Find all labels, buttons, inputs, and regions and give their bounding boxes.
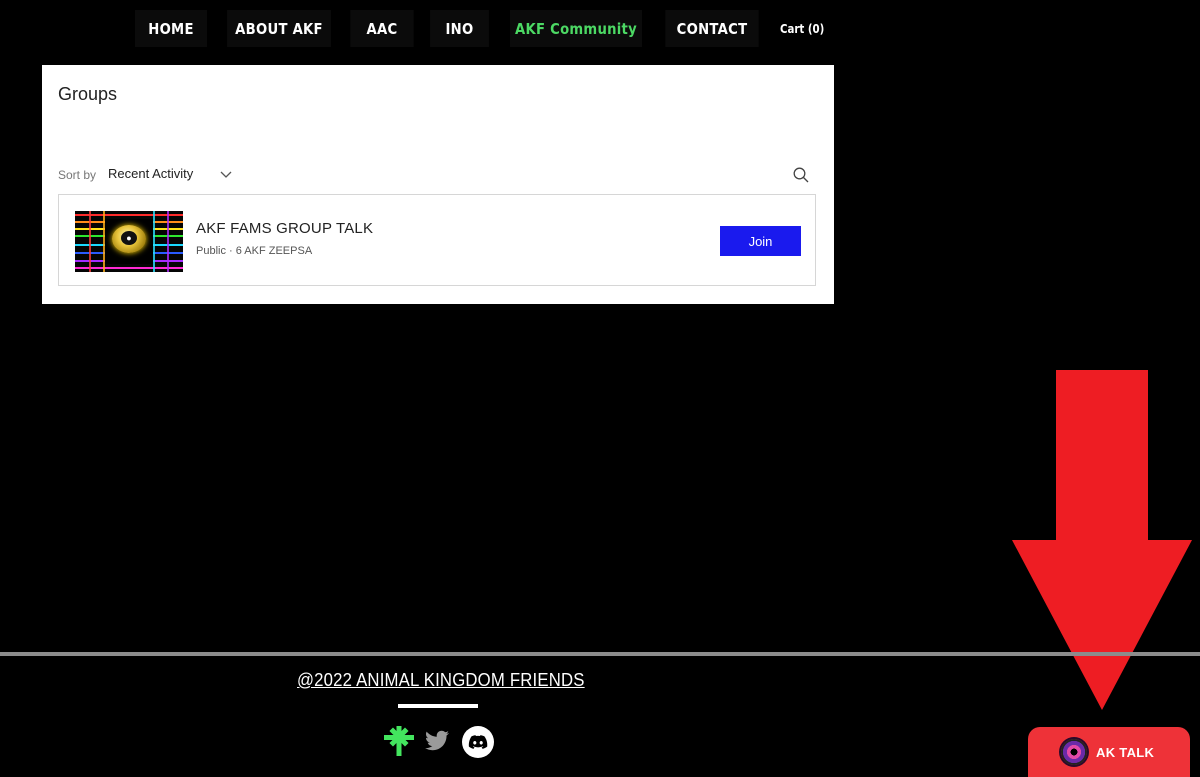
chevron-down-icon bbox=[220, 171, 232, 178]
copyright-link[interactable]: @2022 ANIMAL KINGDOM FRIENDS bbox=[297, 670, 585, 691]
group-thumbnail[interactable]: ● bbox=[75, 211, 183, 272]
chat-label: AK TALK bbox=[1096, 744, 1155, 760]
sort-label: Sort by bbox=[58, 168, 97, 182]
nav-item-aac[interactable]: AAC bbox=[350, 10, 414, 47]
red-down-arrow-icon bbox=[1012, 370, 1192, 710]
cart-link[interactable]: Cart (0) bbox=[780, 10, 824, 47]
footer-accent-bar bbox=[398, 704, 478, 708]
sort-value: Recent Activity bbox=[108, 166, 194, 181]
linktree-icon[interactable] bbox=[382, 724, 416, 758]
nav-item-contact[interactable]: CONTACT bbox=[665, 10, 759, 47]
chat-avatar-icon bbox=[1061, 739, 1087, 765]
groups-panel: Groups Sort by Recent Activity ● AKF FAM… bbox=[42, 65, 834, 304]
nav-item-about-akf[interactable]: ABOUT AKF bbox=[227, 10, 331, 47]
group-card[interactable]: ● AKF FAMS GROUP TALK Public · 6 AKF ZEE… bbox=[58, 194, 816, 286]
sort-dropdown[interactable]: Recent Activity bbox=[108, 166, 233, 181]
group-name[interactable]: AKF FAMS GROUP TALK bbox=[196, 220, 373, 237]
chat-widget-button[interactable]: AK TALK bbox=[1028, 727, 1190, 777]
search-icon[interactable] bbox=[792, 166, 810, 184]
nav-item-home[interactable]: HOME bbox=[134, 10, 208, 47]
twitter-icon[interactable] bbox=[425, 729, 451, 753]
nav-item-ino[interactable]: INO bbox=[430, 10, 489, 47]
paw-coin-icon: ● bbox=[112, 225, 146, 253]
page-title: Groups bbox=[58, 84, 118, 104]
group-meta: Public · 6 AKF ZEEPSA bbox=[196, 245, 313, 257]
join-button[interactable]: Join bbox=[720, 226, 801, 256]
footer-divider bbox=[0, 652, 1200, 656]
nav-item-akf-community[interactable]: AKF Community bbox=[510, 10, 642, 47]
discord-icon[interactable] bbox=[462, 726, 494, 758]
main-nav: HOME ABOUT AKF AAC INO AKF Community CON… bbox=[130, 10, 773, 47]
